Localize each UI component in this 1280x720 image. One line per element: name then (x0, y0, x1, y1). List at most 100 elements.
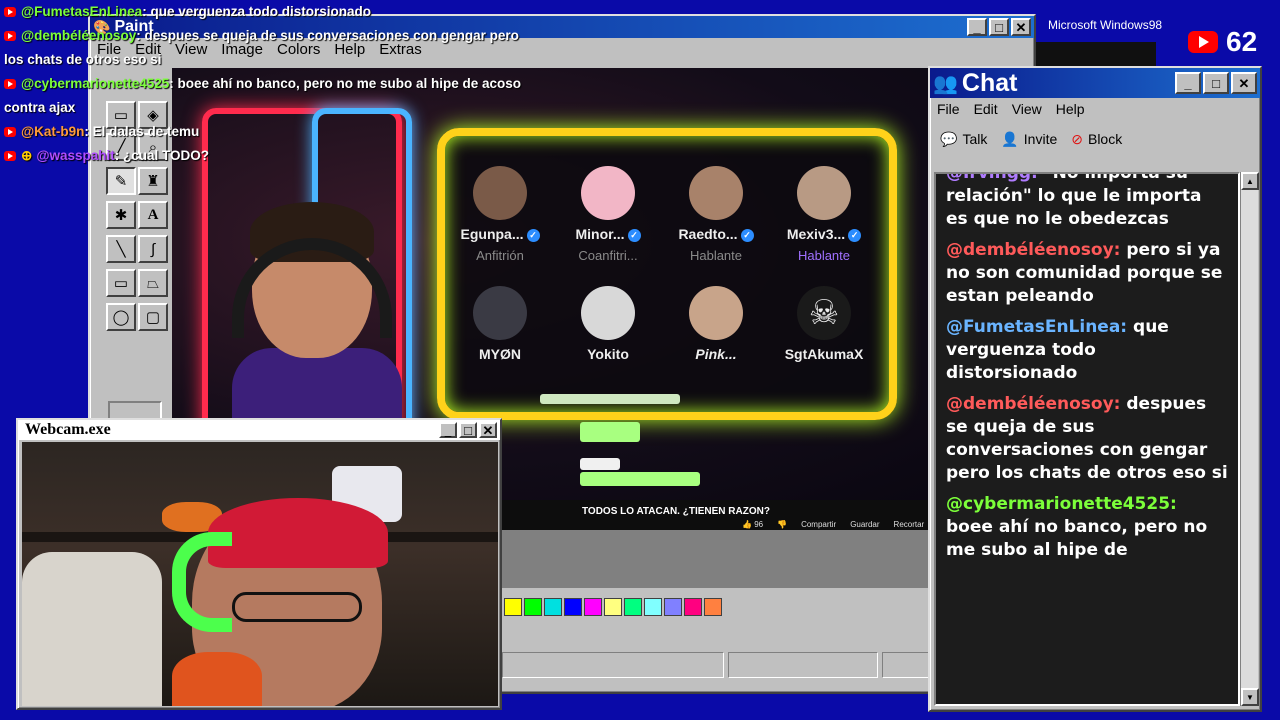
minimize-button[interactable]: _ (967, 18, 987, 36)
menu-help[interactable]: Help (1049, 101, 1092, 117)
overlay-message: @dembéléenosoy : despues se queja de sus… (0, 24, 560, 48)
member-name: Yokito (587, 346, 629, 362)
dislike-icon[interactable]: 👎 (777, 520, 787, 529)
chat-user: @dembéléenosoy: (946, 240, 1121, 260)
member-name: Egunpa... (460, 226, 524, 242)
chat-titlebar[interactable]: 👥 Chat _ □ ✕ (930, 68, 1260, 98)
chat-message: @Irvingg: "No importa su relación" lo qu… (936, 174, 1238, 231)
talk-label: Talk (962, 131, 988, 147)
member-card[interactable]: Mexiv3... ✓ Hablante (769, 166, 879, 263)
member-role: Hablante (689, 248, 743, 263)
youtube-icon (4, 151, 16, 161)
verified-icon: ✓ (526, 228, 540, 242)
maximize-button[interactable]: □ (1203, 72, 1229, 94)
member-card[interactable]: Minor... ✓ Coanfitri... (553, 166, 663, 263)
minimize-button[interactable]: _ (439, 422, 457, 438)
webcam-titlebar[interactable]: Webcam.exe _ □ ✕ (18, 420, 500, 440)
menu-edit[interactable]: Edit (967, 101, 1005, 117)
overlay-user: @dembéléenosoy (21, 28, 137, 43)
member-role: Hablante (797, 248, 851, 263)
line-tool[interactable]: ╲ (106, 235, 136, 263)
member-card[interactable]: ☠ SgtAkumaX (769, 286, 879, 362)
member-name: MYØN (479, 346, 521, 362)
maximize-button[interactable]: □ (459, 422, 477, 438)
close-button[interactable]: ✕ (1231, 72, 1257, 94)
verified-icon: ✓ (627, 228, 641, 242)
minimize-button[interactable]: _ (1175, 72, 1201, 94)
block-button[interactable]: ⊘ Block (1071, 131, 1122, 148)
color-swatch[interactable] (704, 598, 722, 616)
mini-chat-bubble (580, 472, 700, 486)
save-button[interactable]: Guardar (850, 520, 879, 529)
overlay-message: @cybermarionette4525 : boee ahí no banco… (0, 72, 560, 96)
clip-button[interactable]: Recortar (894, 520, 925, 529)
member-card[interactable]: Yokito (553, 286, 663, 362)
close-button[interactable]: ✕ (1011, 18, 1031, 36)
color-palette (504, 598, 722, 616)
member-card[interactable]: MYØN (445, 286, 555, 362)
mini-chat-bubble (540, 394, 680, 404)
windows-logo: Microsoft Windows98 (1048, 18, 1163, 32)
brush-tool[interactable]: ♜ (138, 167, 168, 195)
pencil-tool[interactable]: ✎ (106, 167, 136, 195)
chat-title: Chat (961, 68, 1018, 97)
ellipse-tool[interactable]: ◯ (106, 303, 136, 331)
chat-scrollbar[interactable]: ▲ ▼ (1240, 172, 1259, 706)
color-swatch[interactable] (644, 598, 662, 616)
talk-button[interactable]: 💬 Talk (940, 131, 987, 148)
maximize-button[interactable]: □ (989, 18, 1009, 36)
like-button[interactable]: 👍 96 (742, 520, 763, 529)
rectangle-tool[interactable]: ▭ (106, 269, 136, 297)
verified-icon: ✓ (848, 228, 862, 242)
menu-file[interactable]: File (930, 101, 967, 117)
color-swatch[interactable] (684, 598, 702, 616)
badge-icon: ⊕ (21, 148, 33, 163)
color-swatch[interactable] (564, 598, 582, 616)
overlay-text: : ¿cual TODO? (114, 148, 210, 163)
scroll-down-icon[interactable]: ▼ (1241, 688, 1259, 706)
color-swatch[interactable] (624, 598, 642, 616)
scroll-up-icon[interactable]: ▲ (1241, 172, 1259, 190)
overlay-text: : El dalas de temu (84, 124, 200, 139)
color-swatch[interactable] (604, 598, 622, 616)
overlay-message: contra ajax (0, 96, 560, 120)
member-name: Minor... (575, 226, 625, 242)
member-card[interactable]: Raedto... ✓ Hablante (661, 166, 771, 263)
avatar (473, 286, 527, 340)
chat-user: @dembéléenosoy: (946, 394, 1121, 414)
text-tool[interactable]: A (138, 201, 168, 229)
overlay-user: @wasspahit (36, 148, 115, 163)
invite-button[interactable]: 👤 Invite (1001, 131, 1057, 148)
member-card[interactable]: Pink... (661, 286, 771, 362)
youtube-icon (4, 31, 16, 41)
avatar (473, 166, 527, 220)
chat-message: @FumetasEnLinea: que verguenza todo dist… (936, 316, 1238, 385)
curve-tool[interactable]: ∫ (138, 235, 168, 263)
airbrush-tool[interactable]: ✱ (106, 201, 136, 229)
avatar (689, 286, 743, 340)
chat-user: @FumetasEnLinea: (946, 317, 1128, 337)
close-button[interactable]: ✕ (479, 422, 497, 438)
color-swatch[interactable] (524, 598, 542, 616)
chat-log[interactable]: @Irvingg: "No importa su relación" lo qu… (934, 172, 1240, 706)
chat-window: 👥 Chat _ □ ✕ File Edit View Help 💬 Talk 👤… (928, 66, 1262, 712)
polygon-tool[interactable]: ⏢ (138, 269, 168, 297)
color-swatch[interactable] (664, 598, 682, 616)
chat-text: boee ahí no banco, pero no me subo al hi… (946, 517, 1208, 560)
webcam-window: Webcam.exe _ □ ✕ (16, 418, 502, 710)
menu-view[interactable]: View (1005, 101, 1049, 117)
member-role: Coanfitri... (578, 248, 638, 263)
rounded-rect-tool[interactable]: ▢ (138, 303, 168, 331)
member-name: Raedto... (678, 226, 738, 242)
color-swatch[interactable] (584, 598, 602, 616)
color-swatch[interactable] (544, 598, 562, 616)
member-name: Pink... (695, 346, 737, 362)
overlay-user: @FumetasEnLinea (21, 4, 143, 19)
member-card[interactable]: Egunpa... ✓ Anfitrión (445, 166, 555, 263)
member-name: Mexiv3... (786, 226, 846, 242)
share-button[interactable]: Compartir (801, 520, 836, 529)
youtube-icon (4, 79, 16, 89)
block-label: Block (1087, 131, 1123, 147)
chat-toolbar: 💬 Talk 👤 Invite ⊘ Block (930, 120, 1260, 158)
color-swatch[interactable] (504, 598, 522, 616)
